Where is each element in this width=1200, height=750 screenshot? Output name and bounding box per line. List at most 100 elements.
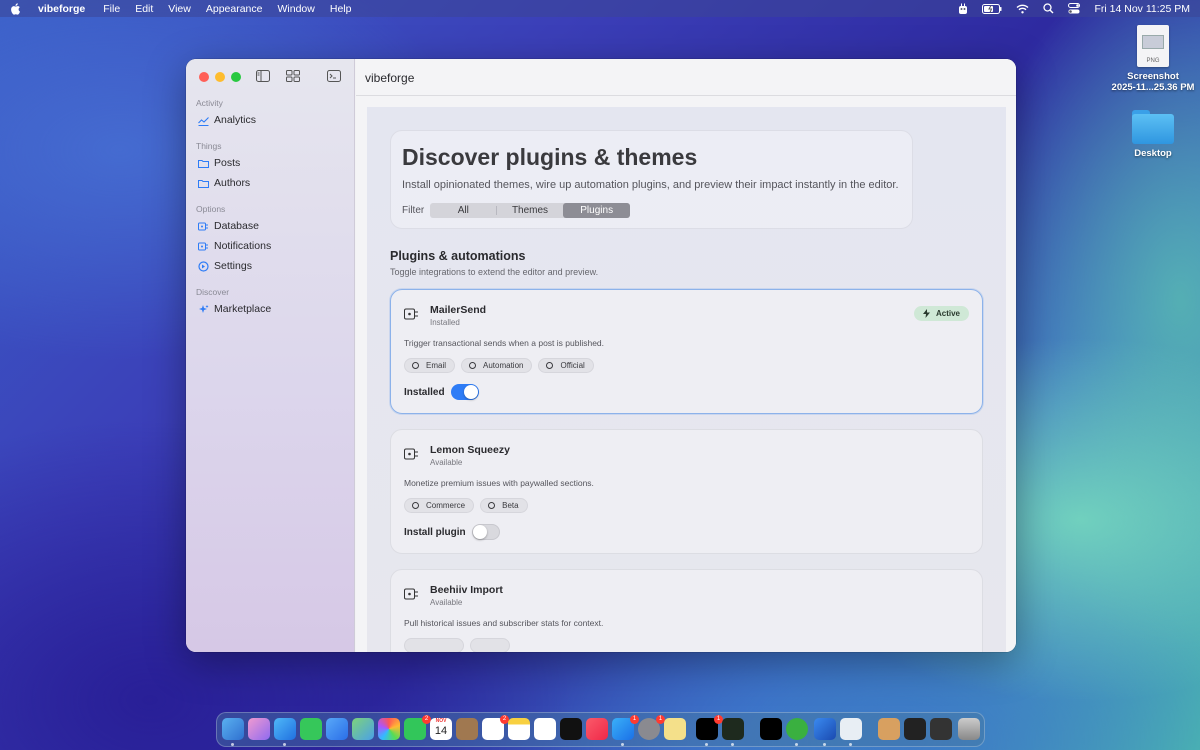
install-toggle[interactable] <box>471 524 500 540</box>
menu-bar: vibeforge File Edit View Appearance Wind… <box>0 0 1200 17</box>
messages-icon[interactable] <box>300 718 322 740</box>
plug-icon <box>198 242 208 250</box>
terminal-app-icon[interactable] <box>722 718 744 740</box>
preview-icon[interactable] <box>840 718 862 740</box>
plugin-description: Monetize premium issues with paywalled s… <box>404 478 594 488</box>
menu-appearance[interactable]: Appearance <box>206 3 263 15</box>
activity-monitor-icon[interactable] <box>760 718 782 740</box>
desktop-folder[interactable]: Desktop <box>1103 108 1200 159</box>
tag-chip[interactable]: Commerce <box>404 498 475 513</box>
marketplace-content[interactable]: Discover plugins & themes Install opinio… <box>367 107 1006 652</box>
control-center-icon[interactable] <box>1068 3 1081 14</box>
window-thumbnail-icon[interactable] <box>904 718 926 740</box>
maximize-button[interactable] <box>231 72 241 82</box>
sidebar-item-label: Authors <box>214 177 251 189</box>
sidebar-item-label: Analytics <box>214 114 257 126</box>
utorrent-icon[interactable] <box>786 718 808 740</box>
sidebar: Activity Analytics Things Posts Authors … <box>186 59 355 652</box>
apple-tv-icon[interactable] <box>560 718 582 740</box>
wifi-icon[interactable] <box>1016 4 1029 14</box>
calendar-month: NOV <box>435 718 447 724</box>
sidebar-item-database[interactable]: Database <box>198 220 259 232</box>
sidebar-toggle-icon[interactable] <box>256 70 270 82</box>
sidebar-item-settings[interactable]: Settings <box>198 260 252 272</box>
tag-label: Beta <box>502 501 519 510</box>
sidebar-item-notifications[interactable]: Notifications <box>198 240 271 252</box>
plugin-status: Available <box>430 598 463 607</box>
filter-plugins[interactable]: Plugins <box>563 203 631 218</box>
png-file-icon: PNG <box>1137 25 1169 67</box>
circle-icon <box>469 362 477 369</box>
sidebar-item-posts[interactable]: Posts <box>198 157 240 169</box>
menu-file[interactable]: File <box>103 3 120 15</box>
tag-chip[interactable]: Email <box>404 358 456 373</box>
search-icon[interactable] <box>1043 3 1054 14</box>
apple-icon[interactable] <box>10 2 24 15</box>
toggle-knob <box>472 525 487 539</box>
menu-edit[interactable]: Edit <box>135 3 153 15</box>
stickies-icon[interactable] <box>664 718 686 740</box>
desktop-screenshot-file[interactable]: PNG Screenshot 2025-11...25.36 PM <box>1103 25 1200 93</box>
install-toggle[interactable] <box>450 384 479 400</box>
terminal-icon[interactable] <box>327 70 341 82</box>
running-indicator <box>283 743 286 746</box>
sidebar-section-activity: Activity <box>196 98 223 108</box>
tag-chip[interactable] <box>470 638 510 652</box>
minimize-button[interactable] <box>215 72 225 82</box>
launchpad-icon[interactable] <box>248 718 270 740</box>
status-badge: Active <box>913 306 969 321</box>
chart-icon <box>198 116 209 126</box>
calendar-day: 14 <box>434 725 448 737</box>
tag-chip[interactable] <box>404 638 464 652</box>
safari-icon[interactable] <box>274 718 296 740</box>
sidebar-item-analytics[interactable]: Analytics <box>198 114 256 126</box>
freeform-icon[interactable] <box>534 718 556 740</box>
music-icon[interactable] <box>586 718 608 740</box>
plugin-card-mailersend[interactable]: MailerSend Installed Active Trigger tran… <box>390 289 983 414</box>
filter-themes[interactable]: Themes <box>497 203 564 218</box>
plug-icon <box>404 448 418 460</box>
xcode-icon[interactable] <box>814 718 836 740</box>
circle-icon <box>488 502 496 509</box>
running-indicator <box>705 743 708 746</box>
plugin-card-beehiiv-import[interactable]: Beehiiv Import Available Pull historical… <box>390 569 983 652</box>
grid-view-icon[interactable] <box>286 70 300 82</box>
plugin-card-lemon-squeezy[interactable]: Lemon Squeezy Available Monetize premium… <box>390 429 983 554</box>
sidebar-item-marketplace[interactable]: Marketplace <box>198 303 271 315</box>
tag-chip[interactable]: Official <box>538 358 594 373</box>
menubar-clock[interactable]: Fri 14 Nov 11:25 PM <box>1094 3 1190 15</box>
circle-icon <box>412 502 419 509</box>
main-header: vibeforge <box>356 59 1016 96</box>
circle-icon <box>412 362 419 369</box>
battery-icon[interactable] <box>982 3 1002 14</box>
plugin-description: Pull historical issues and subscriber st… <box>404 618 604 628</box>
desktop-folder-label: Desktop <box>1134 148 1172 159</box>
sidebar-section-things: Things <box>196 141 222 151</box>
trash-icon[interactable] <box>958 718 980 740</box>
menu-window[interactable]: Window <box>278 3 315 15</box>
sidebar-item-label: Posts <box>214 157 241 169</box>
window-thumbnail-icon[interactable] <box>930 718 952 740</box>
calendar-icon[interactable]: NOV 14 <box>430 718 452 740</box>
photos-icon[interactable] <box>378 718 400 740</box>
menu-app-name[interactable]: vibeforge <box>38 3 85 15</box>
close-button[interactable] <box>199 72 209 82</box>
plugin-tags: Commerce Beta <box>404 498 528 513</box>
menu-view[interactable]: View <box>168 3 191 15</box>
notes-icon[interactable] <box>508 718 530 740</box>
contacts-icon[interactable] <box>456 718 478 740</box>
section-title: Plugins & automations <box>390 249 526 263</box>
maps-icon[interactable] <box>352 718 374 740</box>
filter-all[interactable]: All <box>430 203 497 218</box>
folder-icon <box>198 179 209 188</box>
finder-icon[interactable] <box>222 718 244 740</box>
tag-chip[interactable]: Beta <box>480 498 528 513</box>
mail-icon[interactable] <box>326 718 348 740</box>
archive-icon[interactable] <box>878 718 900 740</box>
sidebar-section-options: Options <box>196 204 226 214</box>
sidebar-item-authors[interactable]: Authors <box>198 177 250 189</box>
menu-help[interactable]: Help <box>330 3 352 15</box>
tag-chip[interactable]: Automation <box>461 358 533 373</box>
filter-label: Filter <box>402 205 425 216</box>
user-status-icon[interactable] <box>958 3 968 15</box>
